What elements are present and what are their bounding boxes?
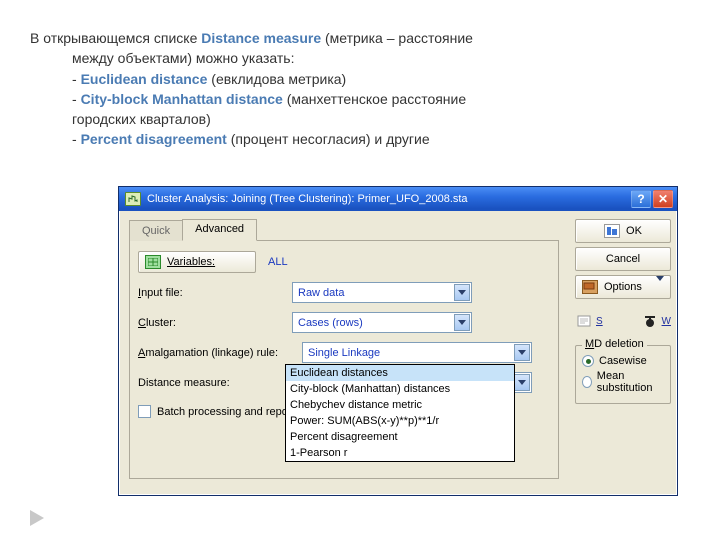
desc-text: В открывающемся списке — [30, 30, 201, 46]
desc-text: (процент несогласия) и другие — [227, 131, 430, 147]
casewise-radio[interactable] — [582, 355, 594, 367]
dropdown-option[interactable]: City-block (Manhattan) distances — [286, 381, 514, 397]
summary-icon — [604, 224, 620, 238]
dropdown-option[interactable]: Power: SUM(ABS(x-y)**p)**1/r — [286, 413, 514, 429]
desc-term: City-block Manhattan distance — [81, 91, 283, 107]
window-title: Cluster Analysis: Joining (Tree Clusteri… — [147, 193, 625, 205]
options-button[interactable]: Options — [575, 275, 671, 299]
desc-text: (метрика – расстояние — [321, 30, 473, 46]
dropdown-option[interactable]: 1-Pearson r — [286, 445, 514, 461]
variables-label: Variables: — [167, 256, 215, 268]
mean-sub-label: Mean substitution — [597, 370, 664, 394]
variables-value: ALL — [268, 256, 288, 268]
titlebar: Cluster Analysis: Joining (Tree Clusteri… — [119, 187, 677, 211]
cluster-combo[interactable]: Cases (rows) — [292, 312, 472, 333]
input-file-combo[interactable]: Raw data — [292, 282, 472, 303]
close-button[interactable]: ✕ — [653, 190, 673, 208]
script-icon — [575, 313, 593, 329]
tab-quick[interactable]: Quick — [129, 220, 183, 241]
s-label: S — [596, 316, 603, 327]
cluster-analysis-dialog: Cluster Analysis: Joining (Tree Clusteri… — [118, 186, 678, 496]
slide-nav-arrow-icon — [30, 510, 44, 526]
md-deletion-group: MD deletion Casewise Mean substitution — [575, 345, 671, 404]
help-button[interactable]: ? — [631, 190, 651, 208]
chevron-down-icon[interactable] — [514, 374, 530, 391]
mean-sub-radio[interactable] — [582, 376, 592, 388]
description-text: В открывающемся списке Distance measure … — [30, 28, 690, 150]
desc-term: Percent disagreement — [81, 131, 227, 147]
options-icon — [582, 280, 598, 294]
desc-term: Distance measure — [201, 30, 321, 46]
casewise-label: Casewise — [599, 355, 647, 367]
weight-icon — [641, 313, 659, 329]
ok-label: OK — [626, 225, 642, 237]
desc-text: городских кварталов) — [72, 111, 211, 127]
spreadsheet-icon — [145, 255, 161, 269]
dropdown-option[interactable]: Euclidean distances — [286, 365, 514, 381]
distance-dropdown-list[interactable]: Euclidean distances City-block (Manhatta… — [285, 364, 515, 462]
cluster-label: Cluster: — [138, 317, 286, 329]
variables-button[interactable]: Variables: — [138, 251, 256, 273]
weight-link[interactable]: W — [641, 313, 671, 329]
desc-bullet: - — [72, 131, 81, 147]
amalgamation-combo[interactable]: Single Linkage — [302, 342, 532, 363]
cancel-button[interactable]: Cancel — [575, 247, 671, 271]
tabs: Quick Advanced — [129, 219, 559, 241]
cancel-label: Cancel — [606, 253, 640, 265]
md-legend: MD deletion — [582, 338, 647, 350]
w-label: W — [662, 316, 671, 327]
desc-bullet: - — [72, 71, 81, 87]
cluster-value: Cases (rows) — [298, 317, 363, 329]
tab-advanced[interactable]: Advanced — [182, 219, 257, 241]
amalgamation-value: Single Linkage — [308, 347, 380, 359]
chevron-down-icon[interactable] — [454, 284, 470, 301]
desc-text: (евклидова метрика) — [207, 71, 346, 87]
chevron-down-icon[interactable] — [514, 344, 530, 361]
dropdown-option[interactable]: Percent disagreement — [286, 429, 514, 445]
options-label: Options — [604, 281, 642, 293]
desc-text: (манхеттенское расстояние — [283, 91, 466, 107]
distance-label: Distance measure: — [138, 377, 296, 389]
chevron-down-icon[interactable] — [454, 314, 470, 331]
amalgamation-label: Amalgamation (linkage) rule: — [138, 347, 296, 359]
ok-button[interactable]: OK — [575, 219, 671, 243]
desc-text: между объектами) можно указать: — [72, 50, 294, 66]
syntax-link[interactable]: S — [575, 313, 603, 329]
dropdown-option[interactable]: Chebychev distance metric — [286, 397, 514, 413]
batch-checkbox[interactable] — [138, 405, 151, 418]
chevron-down-icon — [656, 281, 664, 293]
input-file-label: Input file: — [138, 287, 286, 299]
input-file-value: Raw data — [298, 287, 344, 299]
batch-label: Batch processing and repo — [157, 406, 288, 418]
desc-term: Euclidean distance — [81, 71, 208, 87]
desc-bullet: - — [72, 91, 81, 107]
app-icon — [125, 192, 141, 206]
